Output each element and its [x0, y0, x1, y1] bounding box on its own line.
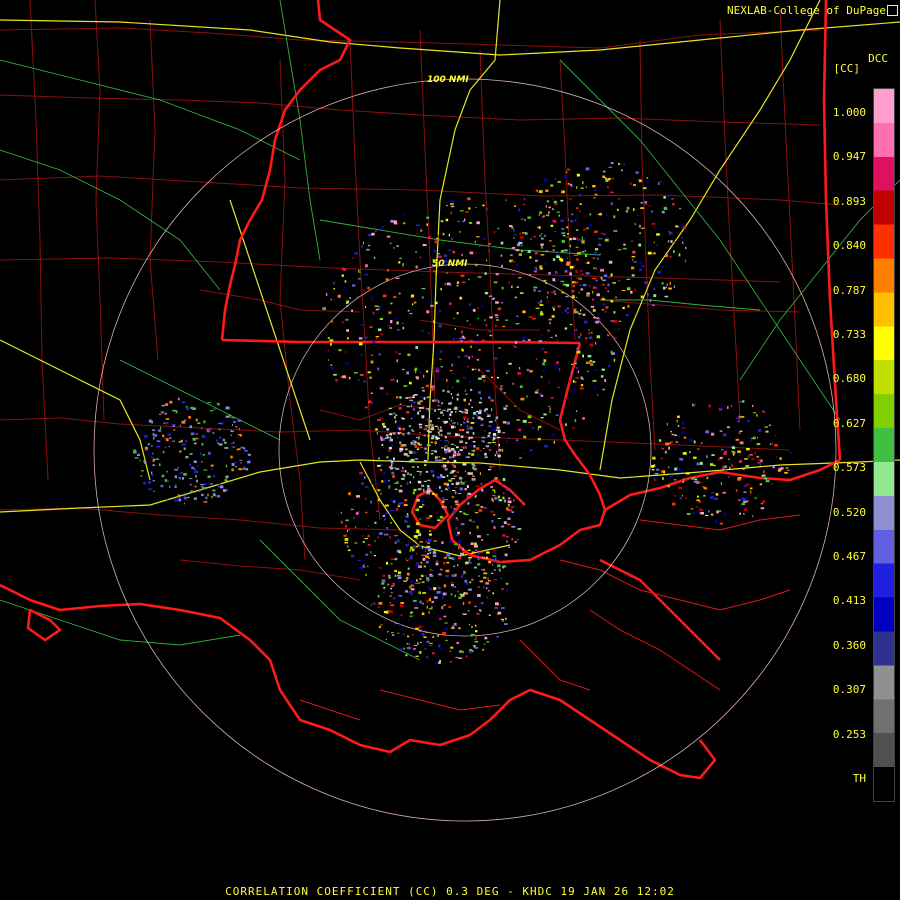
scale-tick-label: 0.520: [832, 505, 866, 519]
scale-tick-label: TH: [852, 772, 866, 785]
external-link-icon[interactable]: [887, 5, 898, 16]
scale-tick-label: 0.360: [832, 638, 866, 652]
product-caption: CORRELATION COEFFICIENT (CC) 0.3 DEG - K…: [225, 885, 675, 898]
product-code: DCC: [868, 52, 888, 65]
scale-tick-label: 1.000: [832, 106, 866, 119]
scale-tick-label: 0.413: [832, 594, 866, 608]
scale-tick-label: 0.733: [832, 328, 866, 341]
scale-tick-label: 0.947: [832, 150, 866, 164]
scale-tick-label: 0.627: [832, 416, 866, 430]
credit-text: NEXLAB-College of DuPage: [727, 4, 886, 17]
scale-tick-label: 0.680: [832, 372, 866, 386]
range-ring-label-outer: 100 NMI: [427, 75, 469, 85]
scale-tick-label: 0.787: [832, 283, 866, 297]
scale-tick-label: 0.573: [832, 461, 866, 475]
scale-tick-label: 0.893: [832, 194, 866, 208]
radar-map: [0, 0, 900, 900]
range-ring-label-inner: 50 NMI: [432, 259, 468, 269]
color-scale-bar: [873, 88, 895, 802]
scale-tick-label: 0.467: [832, 550, 866, 563]
scale-tick-label: 0.840: [832, 239, 866, 253]
scale-tick-label: 0.307: [832, 683, 866, 697]
scale-tick-label: 0.253: [832, 727, 866, 741]
unit-label: [CC]: [833, 62, 861, 75]
